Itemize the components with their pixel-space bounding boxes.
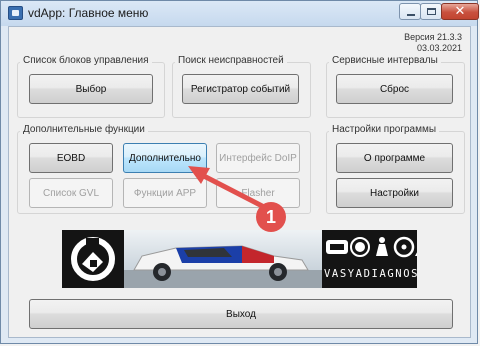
about-button[interactable]: О программе: [336, 143, 453, 173]
group-fault-search-label: Поиск неисправностей: [175, 55, 287, 66]
car-image: [124, 230, 322, 288]
app-window: vdApp: Главное меню ✕ Версия 21.3.3 03.0…: [0, 0, 479, 344]
group-service-label: Сервисные интервалы: [329, 55, 441, 66]
ad-banner[interactable]: VASYADIAGNOST.COM: [62, 230, 417, 288]
banner-website: VASYADIAGNOST.COM: [324, 268, 417, 280]
close-icon: ✕: [454, 4, 466, 19]
minimize-button[interactable]: [399, 3, 421, 20]
gvl-list-button[interactable]: Список GVL: [29, 178, 113, 208]
additional-button[interactable]: Дополнительно: [123, 143, 207, 173]
window-title: vdApp: Главное меню: [28, 6, 149, 20]
group-extra-label: Дополнительные функции: [20, 124, 148, 135]
warning-lights-icons: [326, 236, 417, 258]
flasher-button[interactable]: Flasher: [216, 178, 300, 208]
minimize-icon: [407, 14, 415, 16]
warning-triangle-icon: [415, 252, 417, 256]
event-recorder-button[interactable]: Регистратор событий: [182, 74, 299, 104]
reset-button[interactable]: Сброс: [336, 74, 453, 104]
version-info: Версия 21.3.3 03.03.2021: [404, 32, 462, 54]
select-button[interactable]: Выбор: [29, 74, 153, 104]
abs-icon: [350, 237, 370, 257]
vasyadiagnost-logo-icon: [71, 237, 115, 281]
close-button[interactable]: ✕: [441, 3, 479, 20]
main-panel: Версия 21.3.3 03.03.2021 Список блоков у…: [8, 26, 471, 338]
version-date: 03.03.2021: [416, 43, 462, 53]
app-icon: [8, 6, 23, 20]
title-bar[interactable]: vdApp: Главное меню ✕: [1, 1, 479, 26]
maximize-button[interactable]: [420, 3, 442, 20]
eobd-button[interactable]: EOBD: [29, 143, 113, 173]
exit-button[interactable]: Выход: [29, 299, 453, 329]
group-control-units-label: Список блоков управления: [20, 55, 152, 66]
steering-icon: [393, 236, 415, 258]
step-number-badge: 1: [256, 202, 286, 232]
group-settings-label: Настройки программы: [329, 124, 440, 135]
doip-interface-button[interactable]: Интерфейс DoIP: [216, 143, 300, 173]
car-illustration-icon: [124, 245, 322, 288]
version-number: Версия 21.3.3: [404, 32, 462, 42]
airbag-icon: [376, 237, 388, 256]
settings-button[interactable]: Настройки: [336, 178, 453, 208]
check-engine-icon: [326, 240, 348, 254]
app-functions-button[interactable]: Функции APP: [123, 178, 207, 208]
maximize-icon: [427, 8, 436, 15]
